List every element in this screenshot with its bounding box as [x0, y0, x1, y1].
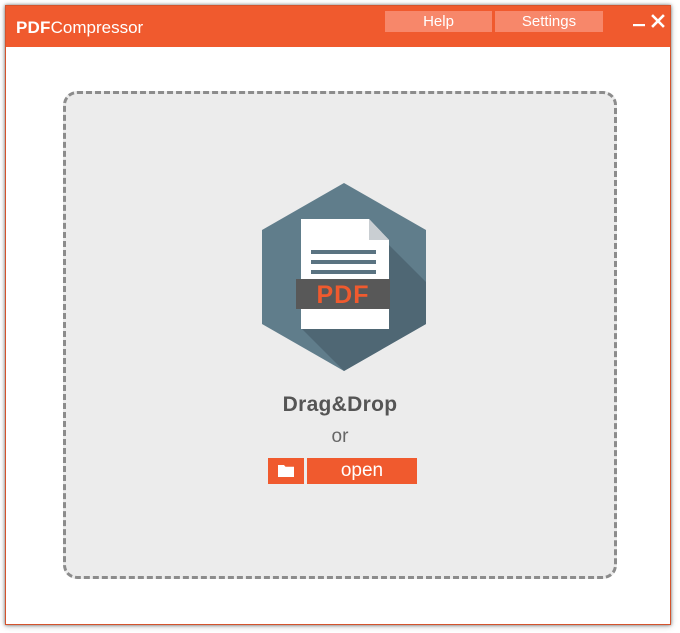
close-icon — [651, 14, 665, 28]
browse-folder-button[interactable] — [268, 458, 304, 484]
app-title-bold: PDF — [16, 18, 51, 37]
folder-icon — [278, 465, 294, 477]
or-label: or — [331, 426, 349, 447]
minimize-button[interactable] — [630, 12, 648, 30]
close-button[interactable] — [649, 12, 667, 30]
help-button[interactable]: Help — [385, 11, 492, 32]
pdf-icon-label: PDF — [317, 281, 370, 309]
pdf-file-icon: PDF — [262, 183, 426, 371]
minimize-icon — [633, 24, 645, 27]
app-window: PDFCompressor Help Settings PDF Drag&Dro… — [5, 5, 671, 625]
drag-drop-label: Drag&Drop — [282, 393, 398, 416]
settings-button[interactable]: Settings — [495, 11, 603, 32]
app-title: PDFCompressor — [16, 19, 143, 37]
open-button[interactable]: open — [307, 458, 417, 484]
title-bar: PDFCompressor Help Settings — [6, 6, 670, 47]
drop-zone[interactable]: PDF Drag&Drop or open — [63, 91, 617, 579]
app-title-light: Compressor — [50, 18, 144, 37]
